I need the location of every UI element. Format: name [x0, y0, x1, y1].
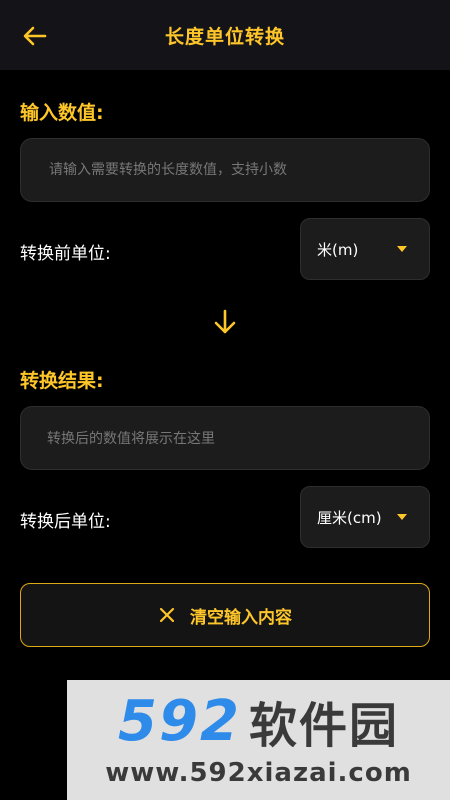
result-field: 转换后的数值将展示在这里	[20, 406, 430, 470]
app-screen: 长度单位转换 输入数值: 转换前单位: 米(m) 转换结果: 转换后的数值将展示…	[0, 0, 450, 800]
arrow-left-icon	[23, 26, 47, 46]
watermark: 592 软件园 www.592xiazai.com	[67, 680, 450, 800]
to-unit-value: 厘米(cm)	[317, 508, 382, 527]
top-bar: 长度单位转换	[0, 0, 450, 70]
to-unit-label: 转换后单位:	[20, 512, 111, 532]
length-input-field[interactable]	[20, 138, 430, 202]
watermark-digits: 592	[118, 688, 241, 754]
from-unit-select[interactable]: 米(m)	[300, 218, 430, 280]
result-placeholder: 转换后的数值将展示在这里	[47, 431, 215, 447]
caret-down-icon	[397, 246, 407, 252]
from-unit-label: 转换前单位:	[20, 244, 111, 264]
page-title: 长度单位转换	[164, 25, 285, 48]
back-button[interactable]	[18, 22, 52, 50]
to-unit-select[interactable]: 厘米(cm)	[300, 486, 430, 548]
caret-down-icon	[397, 514, 407, 520]
length-input[interactable]	[47, 161, 429, 179]
watermark-url: www.592xiazai.com	[105, 758, 412, 788]
watermark-logo: 592 软件园	[67, 686, 450, 756]
input-section-title: 输入数值:	[20, 102, 104, 124]
arrow-down-icon	[214, 309, 236, 334]
clear-input-button[interactable]: 清空输入内容	[20, 583, 430, 647]
clear-button-label: 清空输入内容	[190, 607, 292, 628]
from-unit-value: 米(m)	[317, 240, 359, 259]
close-icon	[159, 607, 175, 623]
watermark-brand: 软件园	[248, 698, 399, 754]
result-section-title: 转换结果:	[20, 370, 104, 392]
